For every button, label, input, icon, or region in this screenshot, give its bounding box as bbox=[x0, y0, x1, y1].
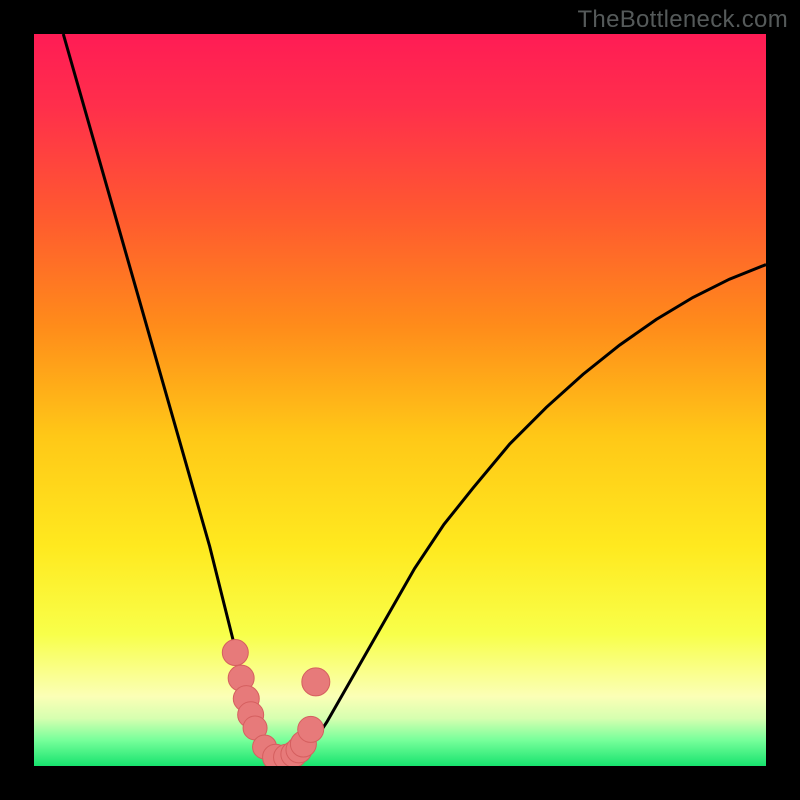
marker-point bbox=[222, 640, 248, 666]
marker-point bbox=[298, 716, 324, 742]
watermark-text: TheBottleneck.com bbox=[577, 6, 788, 34]
gradient-background bbox=[34, 34, 766, 766]
plot-area bbox=[34, 34, 766, 766]
bottleneck-chart bbox=[34, 34, 766, 766]
marker-point bbox=[302, 668, 330, 696]
outer-frame: TheBottleneck.com bbox=[0, 0, 800, 800]
